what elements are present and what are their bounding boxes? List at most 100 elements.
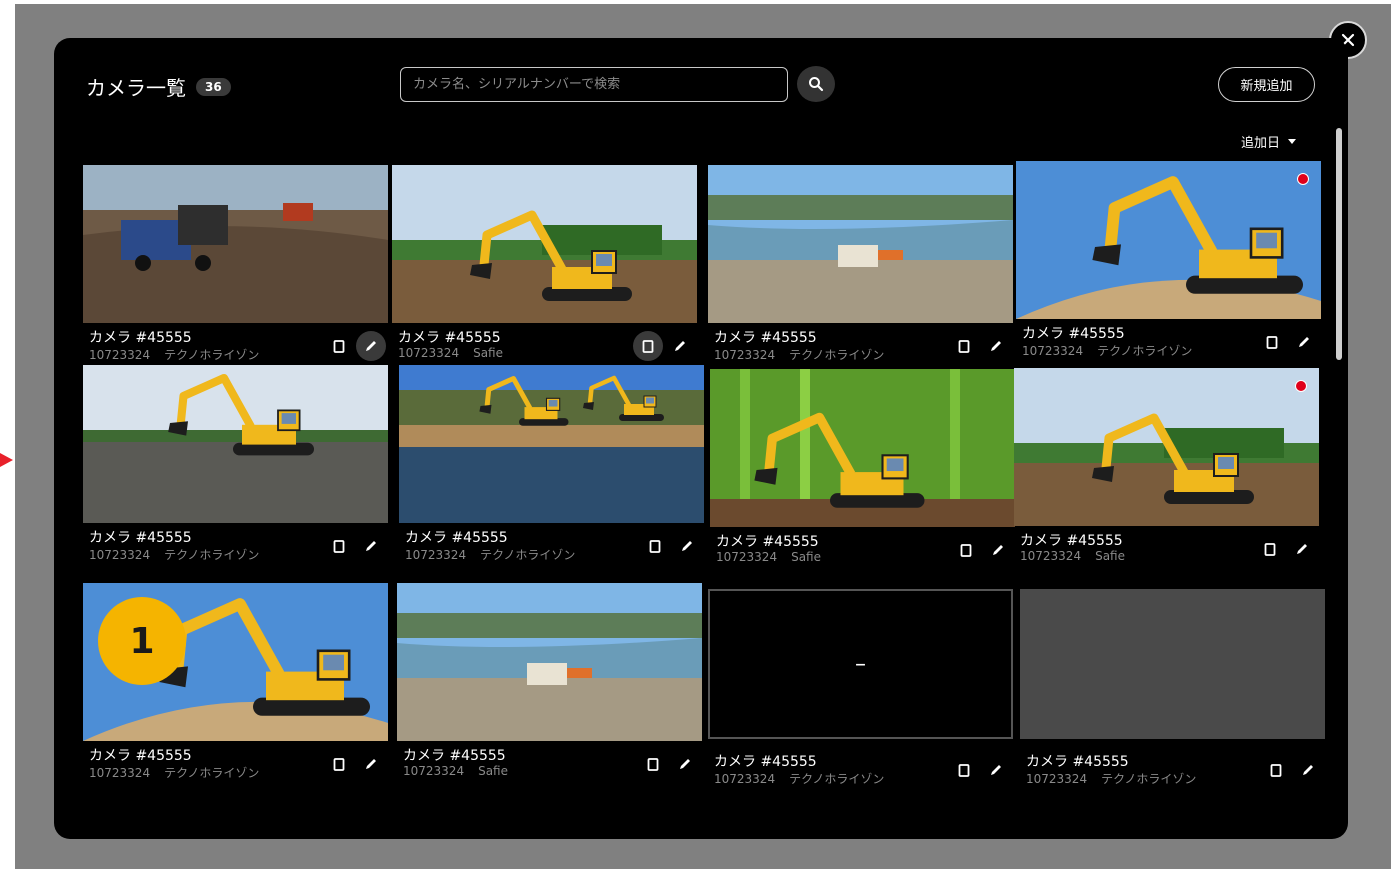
camera-card[interactable]: – カメラ #45555 10723324 テクノホライゾン — [708, 589, 1013, 786]
camera-card[interactable]: カメラ #45555 10723324 テクノホライゾン — [1020, 589, 1325, 786]
camera-provider: テクノホライゾン — [164, 766, 260, 780]
card-actions — [638, 749, 700, 779]
delete-button[interactable] — [951, 535, 981, 565]
camera-thumbnail-image — [83, 165, 388, 323]
camera-name: カメラ #45555 — [1026, 754, 1129, 770]
caret-down-icon — [1288, 139, 1297, 144]
camera-card[interactable]: カメラ #45555 10723324 テクノホライゾン — [399, 365, 704, 562]
card-actions — [1261, 755, 1323, 785]
camera-thumbnail-empty[interactable]: – — [708, 589, 1013, 739]
sort-dropdown[interactable]: 追加日 — [1241, 132, 1297, 151]
camera-meta: 10723324 テクノホライゾン — [89, 346, 273, 363]
card-actions — [324, 331, 386, 361]
edit-button[interactable] — [981, 331, 1011, 361]
camera-name: カメラ #45555 — [714, 330, 817, 346]
camera-card[interactable]: カメラ #45555 10723324 テクノホライゾン — [708, 165, 1013, 362]
camera-card[interactable]: カメラ #45555 10723324 テクノホライゾン — [83, 365, 388, 562]
camera-serial: 10723324 — [403, 764, 465, 778]
delete-button[interactable] — [949, 331, 979, 361]
card-actions — [324, 531, 386, 561]
camera-meta: 10723324 テクノホライゾン — [714, 346, 898, 363]
add-camera-button[interactable]: 新規追加 — [1218, 67, 1315, 102]
camera-card[interactable]: カメラ #45555 10723324 Safie — [397, 583, 702, 778]
card-actions — [949, 331, 1011, 361]
camera-meta: 10723324 テクノホライゾン — [89, 546, 273, 563]
delete-button[interactable] — [324, 531, 354, 561]
edit-button[interactable] — [670, 749, 700, 779]
camera-serial: 10723324 — [398, 346, 460, 360]
edit-button[interactable] — [665, 331, 695, 361]
camera-serial: 10723324 — [405, 548, 467, 562]
pencil-icon — [1303, 765, 1313, 775]
camera-name: カメラ #45555 — [405, 530, 508, 546]
delete-button[interactable] — [949, 755, 979, 785]
camera-serial: 10723324 — [89, 548, 151, 562]
edit-button[interactable] — [1287, 534, 1317, 564]
trash-icon — [642, 340, 654, 353]
delete-button[interactable] — [640, 531, 670, 561]
edit-button[interactable] — [356, 749, 386, 779]
page-title: カメラ一覧 — [86, 76, 186, 100]
edit-button[interactable] — [672, 531, 702, 561]
camera-name: カメラ #45555 — [403, 748, 506, 764]
camera-provider: Safie — [478, 764, 508, 778]
empty-indicator: – — [855, 651, 866, 677]
camera-card[interactable]: カメラ #45555 10723324 Safie — [392, 165, 697, 361]
camera-thumbnail[interactable] — [708, 165, 1013, 323]
delete-button[interactable] — [1261, 755, 1291, 785]
camera-name: カメラ #45555 — [714, 754, 817, 770]
camera-serial: 10723324 — [714, 348, 776, 362]
delete-button[interactable] — [324, 331, 354, 361]
camera-card[interactable]: カメラ #45555 10723324 テクノホライゾン — [83, 165, 388, 362]
camera-serial: 10723324 — [714, 772, 776, 786]
delete-button[interactable] — [324, 749, 354, 779]
card-actions — [633, 331, 695, 361]
trash-icon — [649, 540, 661, 553]
pencil-icon — [366, 759, 376, 769]
recording-indicator — [1297, 173, 1309, 185]
pencil-icon — [991, 765, 1001, 775]
camera-provider: Safie — [473, 346, 503, 360]
camera-card[interactable]: カメラ #45555 10723324 Safie — [710, 369, 1015, 564]
delete-button[interactable] — [1255, 534, 1285, 564]
camera-card[interactable]: 1 カメラ #45555 10723324 テクノホライゾン — [83, 583, 388, 780]
camera-thumbnail[interactable] — [1014, 368, 1319, 526]
search-input[interactable] — [400, 67, 788, 102]
edit-button[interactable] — [1293, 755, 1323, 785]
camera-thumbnail[interactable] — [399, 365, 704, 523]
camera-name: カメラ #45555 — [398, 330, 501, 346]
delete-button[interactable] — [633, 331, 663, 361]
edit-button[interactable] — [1289, 327, 1319, 357]
edit-button[interactable] — [356, 331, 386, 361]
camera-thumbnail[interactable] — [397, 583, 702, 741]
camera-meta: 10723324 テクノホライゾン — [1026, 770, 1210, 787]
edit-button[interactable] — [356, 531, 386, 561]
camera-name: カメラ #45555 — [89, 530, 192, 546]
camera-serial: 10723324 — [89, 348, 151, 362]
camera-card[interactable]: カメラ #45555 10723324 Safie — [1014, 368, 1319, 563]
camera-thumbnail[interactable] — [392, 165, 697, 323]
camera-thumbnail[interactable] — [1016, 161, 1321, 319]
camera-meta: 10723324 テクノホライゾン — [1022, 342, 1206, 359]
camera-thumbnail-image — [83, 365, 388, 523]
delete-button[interactable] — [1257, 327, 1287, 357]
scrollbar-thumb[interactable] — [1336, 128, 1342, 360]
trash-icon — [333, 340, 345, 353]
camera-card[interactable]: カメラ #45555 10723324 テクノホライゾン — [1016, 161, 1321, 358]
search-button[interactable] — [797, 66, 835, 102]
camera-thumbnail-image — [392, 165, 697, 323]
camera-thumbnail[interactable] — [83, 165, 388, 323]
camera-meta: 10723324 テクノホライゾン — [405, 546, 589, 563]
camera-meta: 10723324 Safie — [716, 550, 835, 564]
edit-button[interactable] — [981, 755, 1011, 785]
camera-thumbnail[interactable]: 1 — [83, 583, 388, 741]
camera-thumbnail-placeholder[interactable] — [1020, 589, 1325, 739]
card-actions — [640, 531, 702, 561]
camera-thumbnail-image — [397, 583, 702, 741]
delete-button[interactable] — [638, 749, 668, 779]
camera-thumbnail[interactable] — [710, 369, 1015, 527]
camera-thumbnail[interactable] — [83, 365, 388, 523]
edit-button[interactable] — [983, 535, 1013, 565]
trash-icon — [1264, 543, 1276, 556]
camera-name: カメラ #45555 — [1022, 326, 1125, 342]
